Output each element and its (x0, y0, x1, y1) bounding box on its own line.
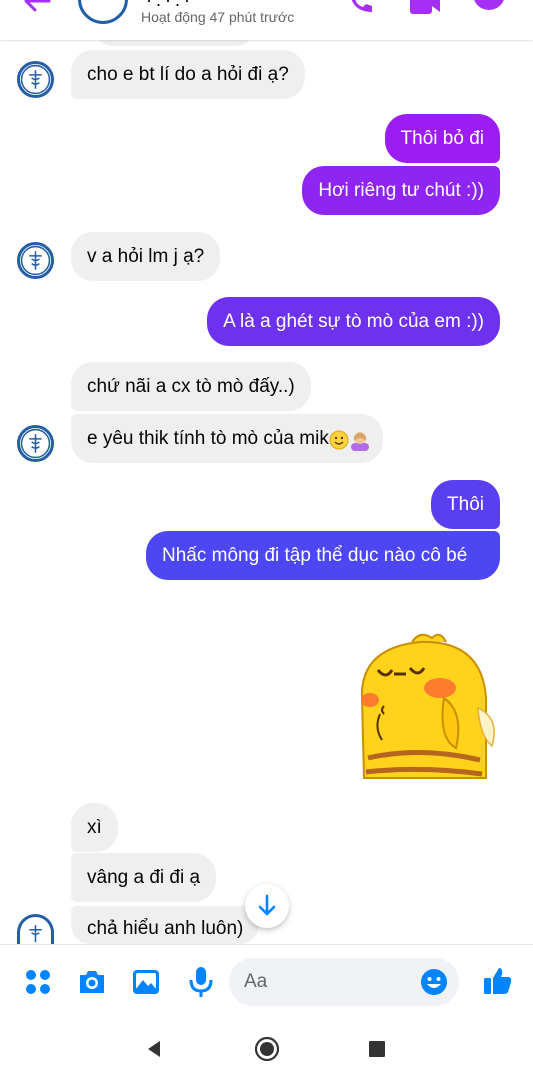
message-composer (0, 944, 533, 1017)
outgoing-message[interactable]: Hơi riêng tư chút :)) (302, 166, 500, 215)
caduceus-icon (20, 428, 51, 459)
thumbs-up-icon[interactable] (482, 965, 514, 997)
incoming-message[interactable]: vâng a đi đi ạ (71, 853, 217, 902)
incoming-message[interactable]: chả hiểu anh luôn) (71, 906, 260, 944)
incoming-message[interactable]: chứ nãi a cx tò mò đấy..) (71, 362, 311, 411)
nav-back-icon[interactable] (144, 1039, 164, 1059)
camera-icon[interactable] (77, 967, 107, 997)
caduceus-icon (29, 925, 42, 943)
smile-emoji-icon (329, 430, 349, 450)
info-icon[interactable] (472, 0, 506, 18)
yellow-chick-sticker[interactable] (340, 628, 500, 786)
incoming-message[interactable]: v a hỏi lm j ạ? (71, 232, 221, 281)
outgoing-message[interactable]: A là a ghét sự tò mò của em :)) (207, 297, 500, 346)
incoming-message[interactable]: cho e bt lí do a hỏi đi ạ? (71, 50, 305, 99)
outgoing-message[interactable]: Thôi (431, 480, 500, 529)
outgoing-message[interactable]: Nhấc mông đi tập thể dục nào cô bé (146, 531, 500, 580)
contact-avatar[interactable] (17, 61, 54, 98)
video-camera-icon[interactable] (408, 0, 442, 18)
caduceus-icon (20, 64, 51, 95)
caduceus-icon (20, 245, 51, 276)
contact-avatar[interactable] (78, 0, 128, 24)
message-text: e yêu thik tính tò mò của mik (87, 428, 329, 449)
nav-recents-icon[interactable] (368, 1040, 386, 1058)
microphone-icon[interactable] (186, 965, 216, 999)
back-arrow-icon[interactable] (22, 0, 52, 16)
outgoing-message[interactable]: Thôi bỏ đi (384, 114, 500, 163)
apps-grid-icon[interactable] (23, 967, 53, 997)
scroll-to-bottom-button[interactable] (245, 884, 289, 928)
nav-home-icon[interactable] (254, 1036, 280, 1062)
phone-icon[interactable] (344, 0, 378, 18)
gallery-icon[interactable] (131, 967, 161, 997)
incoming-message[interactable]: e yêu thik tính tò mò của mik (71, 414, 383, 463)
active-status: Hoạt động 47 phút trước (141, 9, 295, 25)
contact-avatar[interactable] (17, 242, 54, 279)
android-navigation-bar (0, 1017, 533, 1080)
incoming-message[interactable]: xì (71, 803, 118, 852)
contact-avatar[interactable] (17, 914, 54, 944)
woman-gesturing-emoji-icon (350, 432, 369, 451)
contact-avatar[interactable] (17, 425, 54, 462)
emoji-icon[interactable] (419, 967, 449, 997)
chat-header: ·.·.· Hoạt động 47 phút trước (0, 0, 533, 40)
arrow-down-icon (258, 894, 276, 916)
